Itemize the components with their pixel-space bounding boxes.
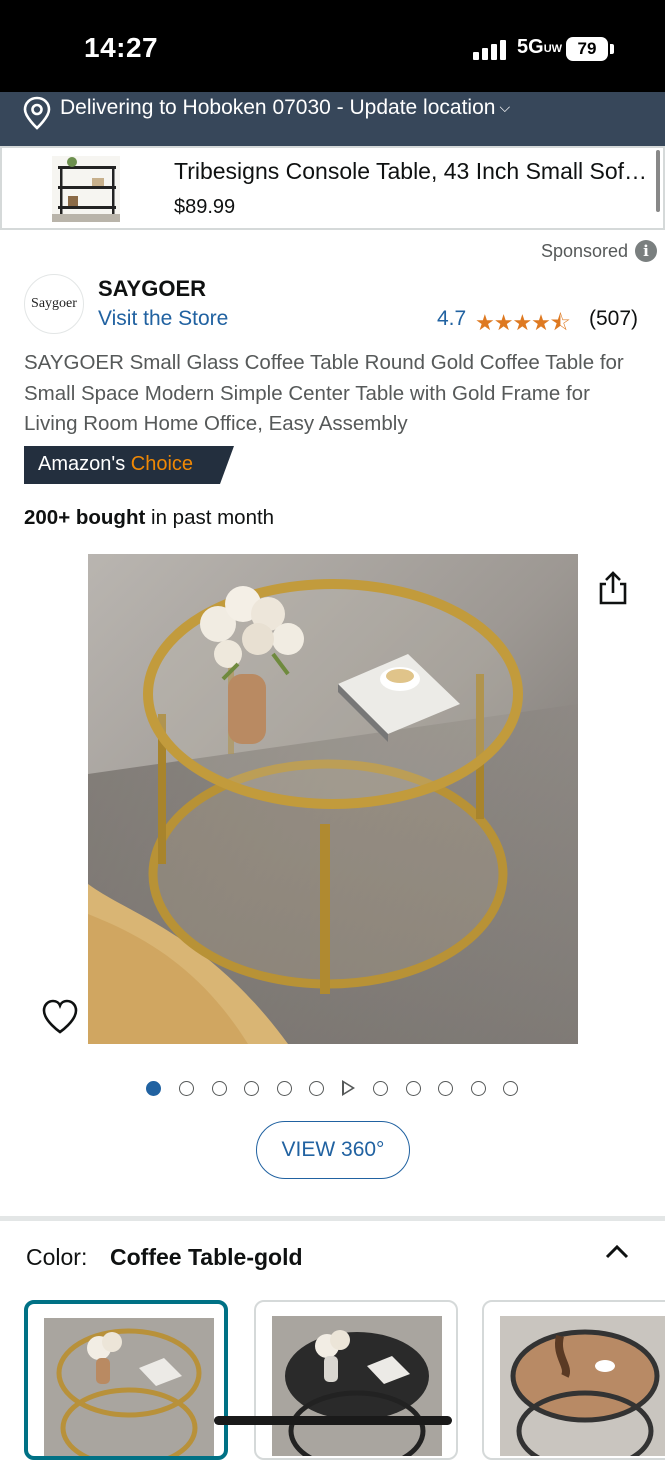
sponsored-product-title[interactable]: Tribesigns Console Table, 43 Inch Small … [174,158,654,185]
chevron-down-icon: ⌵ [499,99,511,115]
section-divider [0,1216,665,1221]
pagination-dot[interactable] [179,1081,194,1096]
color-label: Color: [26,1244,88,1270]
color-value: Coffee Table-gold [110,1244,303,1270]
color-swatch-brown[interactable] [482,1300,665,1460]
home-indicator [214,1416,452,1425]
pagination-dot[interactable] [406,1081,421,1096]
sponsored-product-thumbnail [52,156,120,222]
image-pagination[interactable] [144,1079,524,1099]
pagination-dot[interactable] [212,1081,227,1096]
product-title: SAYGOER Small Glass Coffee Table Round G… [24,351,624,435]
swatch-image [44,1318,214,1456]
brand-name: SAYGOER [98,276,207,301]
info-icon[interactable]: i [635,240,657,262]
pagination-dot[interactable] [244,1081,259,1096]
battery-icon: 79 [566,37,608,61]
status-bar: 14:27 5GUW 79 [0,0,665,92]
network-label: 5GUW [517,36,563,58]
pagination-dot[interactable] [277,1081,292,1096]
pagination-dot[interactable] [309,1081,324,1096]
rating-value[interactable]: 4.7 [437,307,466,331]
location-pin-icon [23,96,51,130]
pagination-dot[interactable] [503,1081,518,1096]
pagination-dot[interactable] [471,1081,486,1096]
sponsored-label: Sponsored [541,241,629,261]
color-swatch-gold[interactable] [24,1300,228,1460]
brand-logo[interactable]: Saygoer [24,274,84,334]
bought-in-past-month: 200+ bought in past month [24,506,275,529]
delivery-location-bar[interactable]: Delivering to Hoboken 07030 - Update loc… [0,92,665,146]
signal-icon [473,38,509,60]
color-swatch-black[interactable] [254,1300,458,1460]
pagination-dot[interactable] [146,1081,161,1096]
amazons-choice-badge: Amazon's Choice [24,446,234,484]
visit-store-link[interactable]: Visit the Store [98,307,228,331]
product-image[interactable] [88,554,578,1044]
swatch-image [272,1316,442,1456]
rating-stars[interactable]: ★★★★⯪ [475,306,571,344]
share-icon[interactable] [596,570,630,606]
view-360-button[interactable]: VIEW 360° [256,1121,410,1179]
pagination-dot[interactable] [438,1081,453,1096]
sponsored-product-card[interactable]: Tribesigns Console Table, 43 Inch Small … [0,146,665,230]
swatch-image [500,1316,665,1456]
scrollbar [656,150,660,212]
status-time: 14:27 [84,32,159,63]
pagination-dot[interactable] [373,1081,388,1096]
chevron-up-icon[interactable] [604,1242,630,1260]
delivery-text[interactable]: Delivering to Hoboken 07030 - Update loc… [60,96,510,120]
play-icon[interactable] [342,1080,355,1096]
heart-icon[interactable] [40,998,80,1036]
sponsored-product-price: $89.99 [174,196,236,218]
rating-count[interactable]: (507) [589,307,638,331]
